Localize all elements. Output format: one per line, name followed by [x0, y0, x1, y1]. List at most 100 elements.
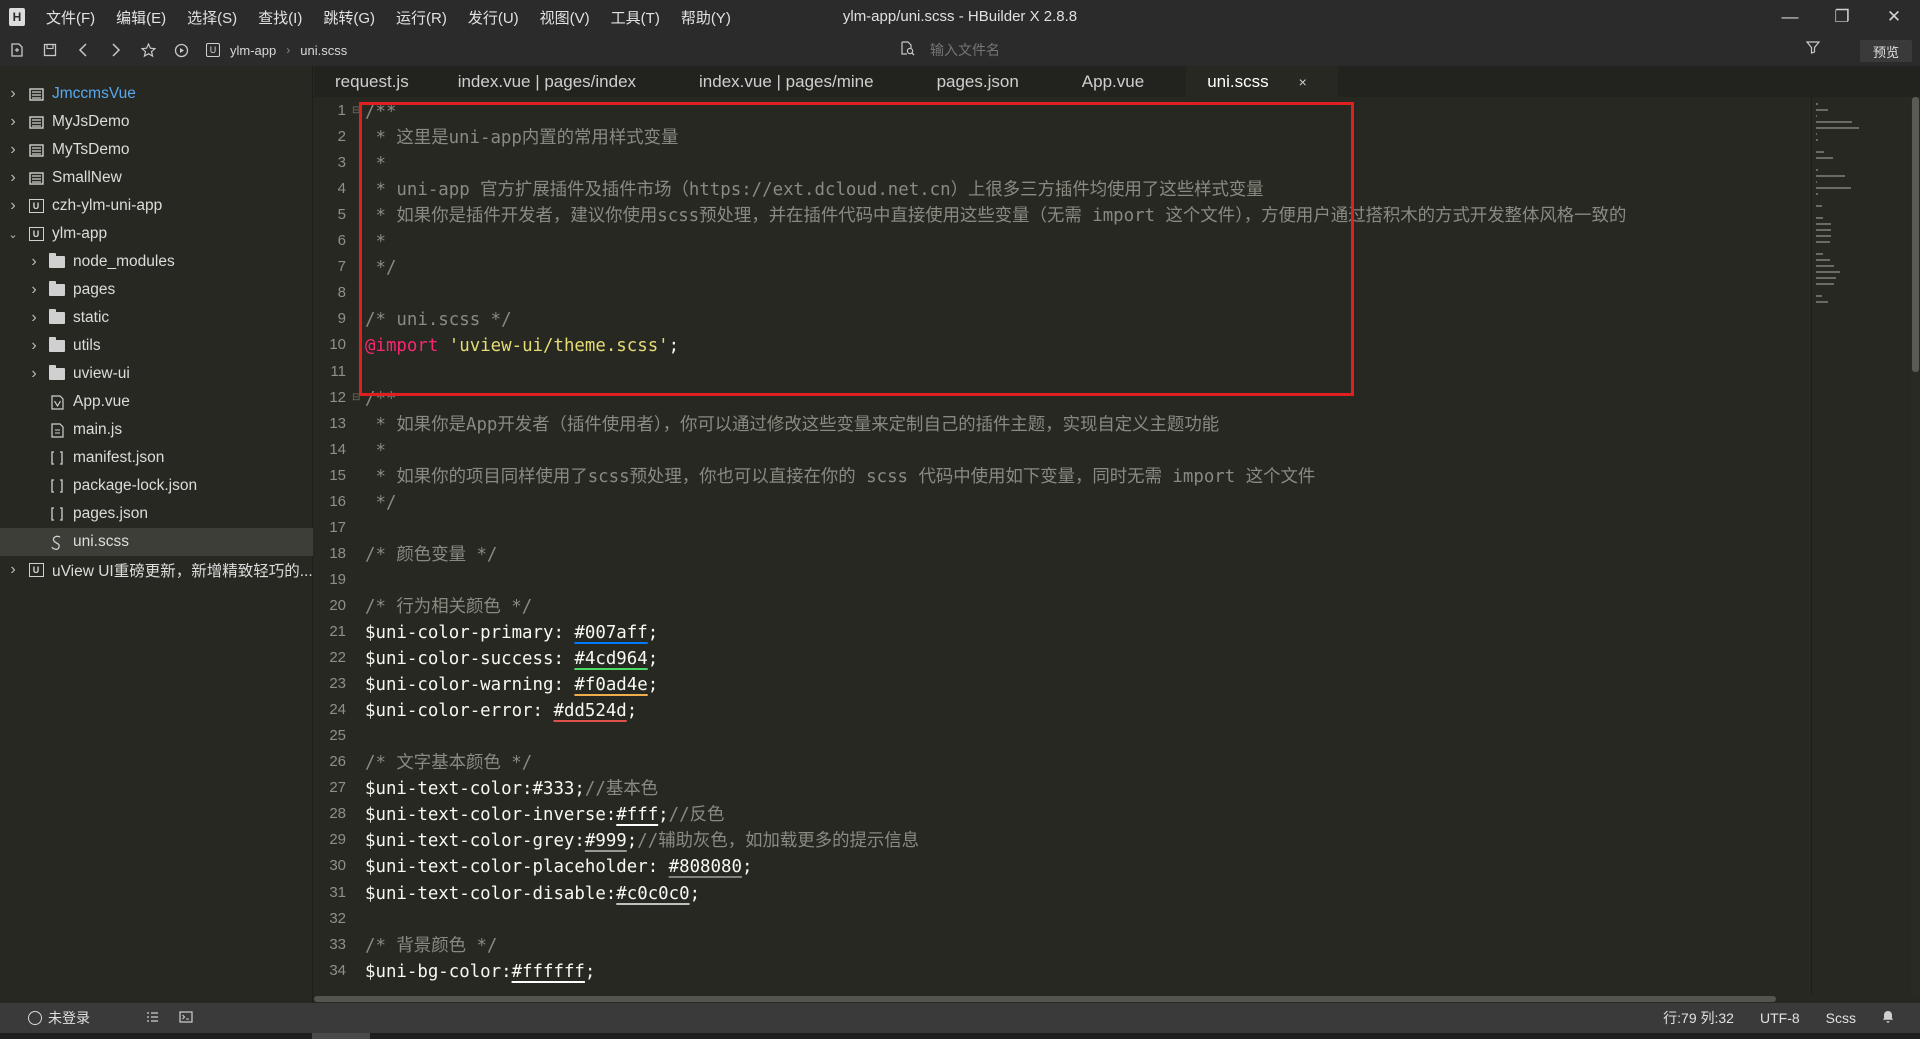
menu-item-5[interactable]: 运行(R) — [396, 7, 447, 28]
code-line[interactable]: $uni-text-color-disable:#c0c0c0; — [365, 881, 700, 907]
tree-item[interactable]: › uview-ui — [0, 360, 313, 388]
code-line[interactable]: /* 文字基本颜色 */ — [365, 750, 532, 776]
code-line[interactable]: $uni-text-color-inverse:#fff;//反色 — [365, 802, 724, 828]
code-line[interactable]: $uni-text-color-grey:#999;//辅助灰色，如加载更多的提… — [365, 828, 919, 854]
menu-item-9[interactable]: 帮助(Y) — [681, 7, 731, 28]
vertical-scrollbar-thumb[interactable] — [1912, 97, 1919, 372]
chevron-right-icon[interactable]: › — [27, 365, 41, 383]
menu-item-0[interactable]: 文件(F) — [46, 7, 95, 28]
code-line[interactable]: $uni-text-color-placeholder: #808080; — [365, 854, 752, 880]
code-line[interactable]: /* 背景颜色 */ — [365, 933, 497, 959]
minimap[interactable] — [1811, 97, 1911, 995]
chevron-down-icon[interactable]: ⌄ — [6, 228, 20, 241]
code-line[interactable]: * — [365, 438, 385, 464]
menu-item-4[interactable]: 跳转(G) — [323, 7, 375, 28]
tree-item[interactable]: package-lock.json — [0, 472, 313, 500]
code-line[interactable]: /* 行为相关颜色 */ — [365, 594, 532, 620]
close-button[interactable]: ✕ — [1868, 0, 1920, 34]
chevron-right-icon[interactable]: › — [27, 253, 41, 271]
outline-list-icon[interactable] — [146, 1011, 159, 1026]
chevron-right-icon[interactable]: › — [6, 85, 20, 103]
notification-bell-icon[interactable] — [1882, 1010, 1894, 1026]
tree-item[interactable]: › MyJsDemo — [0, 108, 313, 136]
tree-item[interactable]: › MyTsDemo — [0, 136, 313, 164]
code-line[interactable]: * 这里是uni-app内置的常用样式变量 — [365, 125, 678, 151]
chevron-right-icon[interactable]: › — [27, 309, 41, 327]
tree-item[interactable]: › Uczh-ylm-uni-app — [0, 192, 313, 220]
tree-item[interactable]: main.js — [0, 416, 313, 444]
restore-button[interactable]: ❐ — [1816, 0, 1868, 34]
code-line[interactable]: $uni-text-color:#333;//基本色 — [365, 776, 658, 802]
tab-uni-scss[interactable]: uni.scss × — [1186, 66, 1338, 97]
code-line[interactable]: $uni-color-success: #4cd964; — [365, 646, 658, 672]
code-line[interactable]: * 如果你是App开发者（插件使用者），你可以通过修改这些变量来定制自己的插件主… — [365, 412, 1219, 438]
tree-item[interactable]: › SmallNew — [0, 164, 313, 192]
code-line[interactable]: $uni-color-error: #dd524d; — [365, 698, 637, 724]
fold-icon[interactable]: ⊟ — [352, 105, 360, 116]
tab-index-vue-pages-index[interactable]: index.vue | pages/index — [437, 66, 678, 97]
tree-item[interactable]: ⌄ Uylm-app — [0, 220, 313, 248]
fold-icon[interactable]: ⊟ — [352, 392, 360, 403]
tree-item[interactable]: › JmccmsVue — [0, 80, 313, 108]
preview-button[interactable]: 预览 — [1860, 40, 1912, 62]
chevron-right-icon[interactable]: › — [27, 281, 41, 299]
menu-item-2[interactable]: 选择(S) — [187, 7, 237, 28]
breadcrumb-file[interactable]: uni.scss — [300, 43, 347, 58]
code-line[interactable]: $uni-color-primary: #007aff; — [365, 620, 658, 646]
tree-item[interactable]: App.vue — [0, 388, 313, 416]
horizontal-scrollbar-thumb[interactable] — [314, 996, 1776, 1002]
code-line[interactable]: * — [365, 151, 385, 177]
menu-item-1[interactable]: 编辑(E) — [116, 7, 166, 28]
menu-item-8[interactable]: 工具(T) — [611, 7, 660, 28]
code-line[interactable]: /** — [365, 386, 396, 412]
file-search-input[interactable] — [930, 42, 1190, 58]
code-line[interactable]: * uni-app 官方扩展插件及插件市场（https://ext.dcloud… — [365, 177, 1263, 203]
code-line[interactable]: $uni-color-warning: #f0ad4e; — [365, 672, 658, 698]
code-line[interactable]: * — [365, 229, 385, 255]
cursor-position[interactable]: 行:79 列:32 — [1663, 1008, 1734, 1028]
new-file-icon[interactable] — [0, 34, 33, 66]
menu-item-6[interactable]: 发行(U) — [468, 7, 519, 28]
menu-item-7[interactable]: 视图(V) — [540, 7, 590, 28]
close-tab-icon[interactable]: × — [1299, 74, 1307, 90]
code-line[interactable]: * 如果你的项目同样使用了scss预处理，你也可以直接在你的 scss 代码中使… — [365, 464, 1315, 490]
breadcrumb-project[interactable]: ylm-app — [230, 43, 276, 58]
tab-app-vue[interactable]: App.vue — [1061, 66, 1186, 97]
tree-item[interactable]: uni.scss — [0, 528, 313, 556]
star-icon[interactable] — [132, 34, 165, 66]
save-icon[interactable] — [33, 34, 66, 66]
code-line[interactable]: @import 'uview-ui/theme.scss'; — [365, 333, 679, 359]
code-editor[interactable]: 1 ⊟ /** 2 * 这里是uni-app内置的常用样式变量 3 * 4 * uni-a… — [314, 97, 1811, 995]
filter-icon[interactable] — [1805, 40, 1821, 58]
vertical-scrollbar[interactable] — [1911, 97, 1920, 995]
code-line[interactable]: * 如果你是插件开发者，建议你使用scss预处理，并在插件代码中直接使用这些变量… — [365, 203, 1626, 229]
forward-icon[interactable] — [99, 34, 132, 66]
chevron-right-icon[interactable]: › — [6, 141, 20, 159]
tree-item[interactable]: › pages — [0, 276, 313, 304]
code-line[interactable]: /* uni.scss */ — [365, 307, 512, 333]
code-line[interactable]: $uni-bg-color:#ffffff; — [365, 959, 595, 985]
tab-pages-json[interactable]: pages.json — [916, 66, 1061, 97]
horizontal-scrollbar[interactable] — [314, 995, 1811, 1003]
tree-item[interactable]: pages.json — [0, 500, 313, 528]
code-line[interactable]: */ — [365, 255, 396, 281]
chevron-right-icon[interactable]: › — [6, 113, 20, 131]
tree-item[interactable]: › UuView UI重磅更新，新增精致轻巧的... — [0, 556, 313, 584]
menu-item-3[interactable]: 查找(I) — [258, 7, 302, 28]
back-icon[interactable] — [66, 34, 99, 66]
language-mode[interactable]: Scss — [1826, 1010, 1856, 1026]
login-status[interactable]: 未登录 — [28, 1008, 90, 1028]
chevron-right-icon[interactable]: › — [6, 197, 20, 215]
code-line[interactable]: /** — [365, 99, 396, 125]
chevron-right-icon[interactable]: › — [27, 337, 41, 355]
chevron-right-icon[interactable]: › — [6, 169, 20, 187]
tree-item[interactable]: › utils — [0, 332, 313, 360]
tree-item[interactable]: › node_modules — [0, 248, 313, 276]
file-encoding[interactable]: UTF-8 — [1760, 1010, 1800, 1026]
run-icon[interactable] — [165, 34, 198, 66]
hbuilder-logo-icon[interactable]: H — [0, 0, 34, 34]
code-line[interactable]: /* 颜色变量 */ — [365, 542, 497, 568]
tab-request-js[interactable]: request.js — [314, 66, 437, 97]
minimize-button[interactable]: — — [1764, 0, 1816, 34]
chevron-right-icon[interactable]: › — [6, 561, 20, 579]
